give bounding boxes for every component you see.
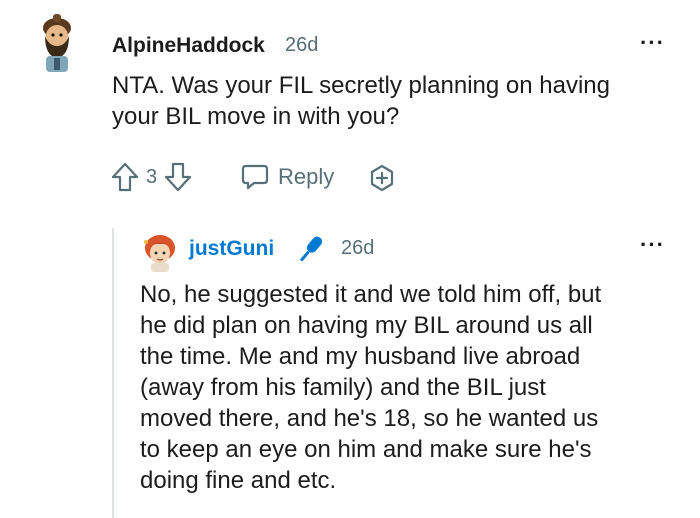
reply-body-line: (away from his family) and the BIL just [140,374,546,401]
award-button[interactable] [367,162,397,194]
reply-body-line: No, he suggested it and we told him off,… [140,281,602,308]
comment-body-line-1: NTA. Was your FIL secretly planning on h… [112,72,610,99]
reply-button[interactable]: Reply [240,160,334,194]
comment-timestamp[interactable]: 26d [285,34,318,57]
comment-body-line-2: your BIL move in with you? [112,103,400,130]
reply-label: Reply [278,164,335,189]
reply-more-options-button[interactable]: ··· [640,232,665,258]
comment-avatar[interactable] [33,14,81,74]
reply-body: No, he suggested it and we told him off,… [140,279,680,496]
reply-author[interactable]: justGuni [189,237,274,261]
award-plus-icon [367,163,397,193]
reply-body-line: the time. Me and my husband live abroad [140,343,581,370]
comment-bubble-icon [240,162,270,192]
comment-more-options-button[interactable]: ··· [640,30,665,56]
comment-vote-bar: 3 [110,160,193,194]
reply-avatar[interactable] [140,232,180,272]
comment-author[interactable]: AlpineHaddock [112,34,265,58]
reply-body-line: moved there, and he's 18, so he wanted u… [140,405,599,432]
thread-line[interactable] [112,228,114,518]
avatar-justguni [144,235,175,272]
downvote-icon[interactable] [163,161,193,193]
avatar-alpinehaddock [43,14,71,72]
upvote-icon[interactable] [110,161,140,193]
reply-body-line: doing fine and etc. [140,467,337,494]
vote-score: 3 [146,165,158,188]
reply-timestamp[interactable]: 26d [341,237,374,260]
reply-body-line: he did plan on having my BIL around us a… [140,312,593,339]
microphone-icon [292,232,328,273]
reply-body-line: to keep an eye on him and make sure he's [140,436,592,463]
